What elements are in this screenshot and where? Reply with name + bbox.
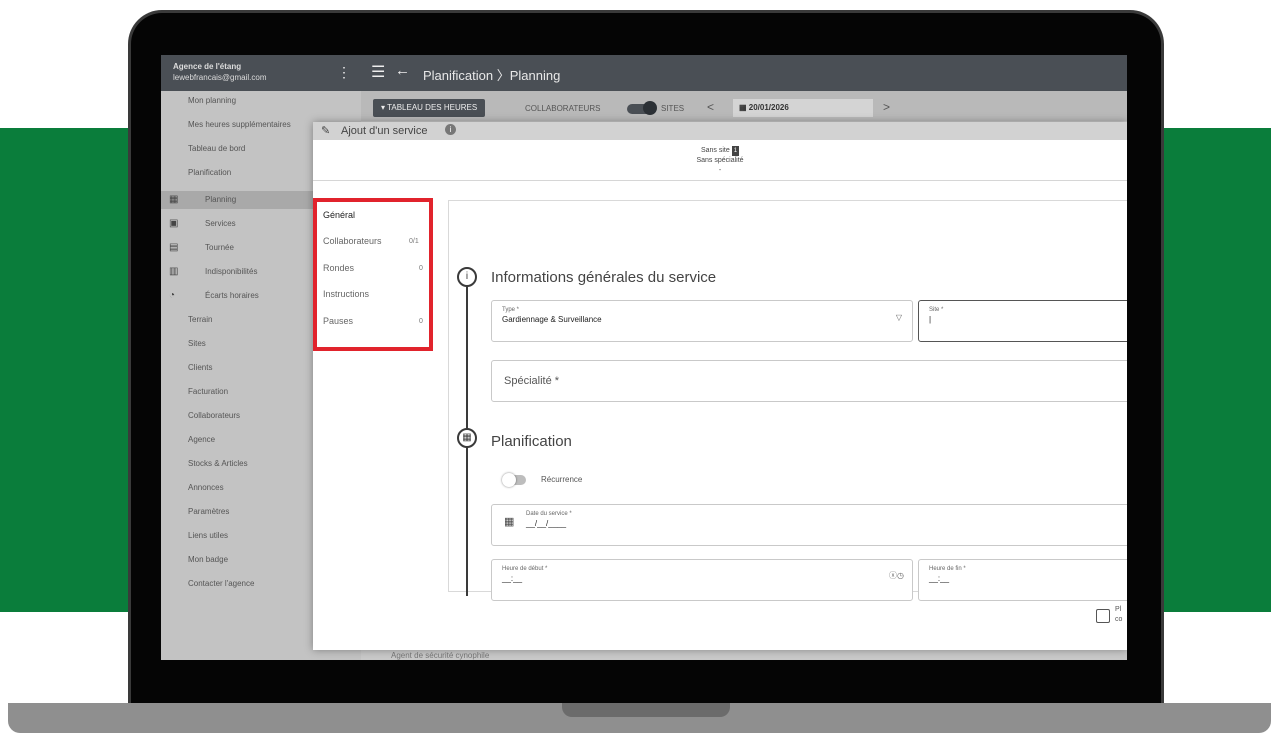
calendar-off-icon: ▥ [169, 266, 179, 277]
sans-specialite-label: Sans spécialité [696, 157, 744, 164]
sidebar-item-indisponibilites[interactable]: Indisponibilités [205, 267, 257, 276]
edit-icon: ✎ [321, 125, 331, 137]
site-label: Site * [929, 307, 944, 313]
sans-site-count: 1 [731, 146, 740, 156]
text-cursor: | [929, 315, 932, 324]
sidebar-item-contacter[interactable]: Contacter l'agence [188, 579, 254, 588]
calendar-icon: ▦ [169, 194, 179, 205]
sidebar-item-badge[interactable]: Mon badge [188, 555, 228, 564]
tab-tableau-des-heures[interactable]: ▾ TABLEAU DES HEURES [373, 99, 486, 117]
tab-sites[interactable]: SITES [661, 104, 684, 113]
start-time-input[interactable]: Heure de début * __:__ ⓧ◷ [491, 559, 913, 601]
tab-tableau-label: TABLEAU DES HEURES [387, 103, 478, 112]
type-value: Gardiennage & Surveillance [502, 315, 602, 324]
sidebar-item-services[interactable]: Services [205, 219, 236, 228]
agency-name: Agence de l'étang [173, 62, 242, 71]
modal-title: Ajout d'un service [341, 125, 428, 137]
info-icon[interactable]: i [445, 124, 456, 135]
end-time-input[interactable]: Heure de fin * __:__ [918, 559, 1127, 601]
date-value: 20/01/2026 [748, 103, 789, 112]
bottom-hint: Agent de sécurité cynophile [391, 651, 490, 660]
type-label: Type * [502, 307, 520, 313]
sidebar-item-tableau-de-bord[interactable]: Tableau de bord [188, 144, 245, 153]
sidebar-item-ecarts[interactable]: Écarts horaires [205, 291, 259, 300]
calendar-icon: ▦ [504, 516, 515, 528]
sidebar-item-collaborateurs[interactable]: Collaborateurs [188, 411, 240, 420]
sidebar-item-parametres[interactable]: Paramètres [188, 507, 229, 516]
add-service-modal: ✎ Ajout d'un service i Sans site 1 Sans … [313, 122, 1127, 650]
start-time-placeholder: __:__ [502, 574, 523, 583]
stage: Agence de l'étang lewebfrancais@gmail.co… [0, 0, 1271, 733]
sidebar-item-mon-planning[interactable]: Mon planning [188, 96, 236, 105]
sidebar-item-heures-sup[interactable]: Mes heures supplémentaires [188, 120, 291, 129]
tab-collaborateurs[interactable]: COLLABORATEURS [525, 104, 600, 113]
breadcrumb: Planification 〉Planning [423, 68, 561, 83]
account-email: lewebfrancais@gmail.com [173, 73, 267, 82]
service-date-input[interactable]: ▦ Date du service * __/__/____ [491, 504, 1127, 546]
highlight-box [313, 198, 433, 351]
next-date-button[interactable]: > [883, 100, 890, 114]
start-time-label: Heure de début * [502, 566, 548, 572]
green-band-right [1162, 128, 1271, 612]
chevron-down-icon: ▽ [895, 313, 902, 322]
date-picker[interactable]: ▦ 20/01/2026 [733, 99, 873, 117]
laptop-notch [562, 703, 730, 717]
hamburger-icon[interactable]: ☰ [371, 62, 385, 82]
prev-date-button[interactable]: < [707, 100, 714, 114]
info-step-icon: i [457, 267, 477, 287]
section-title-planification: Planification [491, 433, 572, 450]
sidebar-item-stocks[interactable]: Stocks & Articles [188, 459, 248, 468]
recurrence-label: Récurrence [541, 475, 583, 484]
summary-dash: - [718, 167, 722, 174]
planning-toolbar: ▾ TABLEAU DES HEURES COLLABORATEURS SITE… [361, 91, 1127, 121]
specialite-select[interactable]: Spécialité * [491, 360, 1127, 402]
green-band-left [0, 128, 140, 612]
divider [313, 180, 1127, 181]
stopwatch-icon: ◔ [169, 290, 176, 301]
modal-header: ✎ Ajout d'un service i [313, 122, 1127, 140]
recurrence-toggle[interactable] [502, 473, 526, 487]
briefcase-icon: ▣ [169, 218, 179, 229]
sidebar-item-facturation[interactable]: Facturation [188, 387, 228, 396]
sidebar-item-tournee[interactable]: Tournée [205, 243, 234, 252]
clear-clock-icon[interactable]: ⓧ◷ [889, 570, 904, 581]
kebab-menu-icon[interactable]: ⋮ [337, 64, 351, 81]
app-topbar: Agence de l'étang lewebfrancais@gmail.co… [161, 55, 1127, 91]
sidebar-item-planning[interactable]: Planning [205, 195, 236, 204]
sidebar-item-terrain[interactable]: Terrain [188, 315, 212, 324]
footer-text-1: Pl [1115, 606, 1122, 613]
arrow-left-icon[interactable]: ← [395, 62, 410, 79]
sidebar-item-clients[interactable]: Clients [188, 363, 212, 372]
date-label: Date du service * [526, 511, 572, 517]
calendar-icon: ▦ [739, 103, 749, 112]
sidebar-item-annonces[interactable]: Annonces [188, 483, 224, 492]
view-toggle[interactable] [627, 101, 657, 115]
specialite-label: Spécialité * [504, 375, 560, 387]
footer-text-2: co [1115, 616, 1123, 623]
sidebar-item-liens[interactable]: Liens utiles [188, 531, 228, 540]
sans-site-label: Sans site [700, 147, 730, 154]
section-title-informations: Informations générales du service [491, 269, 717, 286]
sidebar-item-agence[interactable]: Agence [188, 435, 215, 444]
service-summary: Sans site 1 Sans spécialité - [313, 146, 1127, 176]
general-form-panel: i Informations générales du service Type… [448, 200, 1127, 601]
app-screen: Agence de l'étang lewebfrancais@gmail.co… [161, 55, 1127, 660]
sidebar-item-sites[interactable]: Sites [188, 339, 206, 348]
type-select[interactable]: Type * Gardiennage & Surveillance ▽ [491, 300, 913, 342]
site-input[interactable]: Site * | [918, 300, 1127, 342]
calendar-step-icon: ▦ [457, 428, 477, 448]
sidebar-item-planification[interactable]: Planification [188, 168, 231, 177]
bus-icon: ▤ [169, 242, 179, 253]
end-time-label: Heure de fin * [929, 566, 966, 572]
end-time-placeholder: __:__ [929, 574, 950, 583]
date-placeholder: __/__/____ [526, 519, 567, 528]
footer-checkbox[interactable] [1096, 609, 1110, 623]
account-info[interactable]: Agence de l'étang lewebfrancais@gmail.co… [173, 61, 267, 83]
